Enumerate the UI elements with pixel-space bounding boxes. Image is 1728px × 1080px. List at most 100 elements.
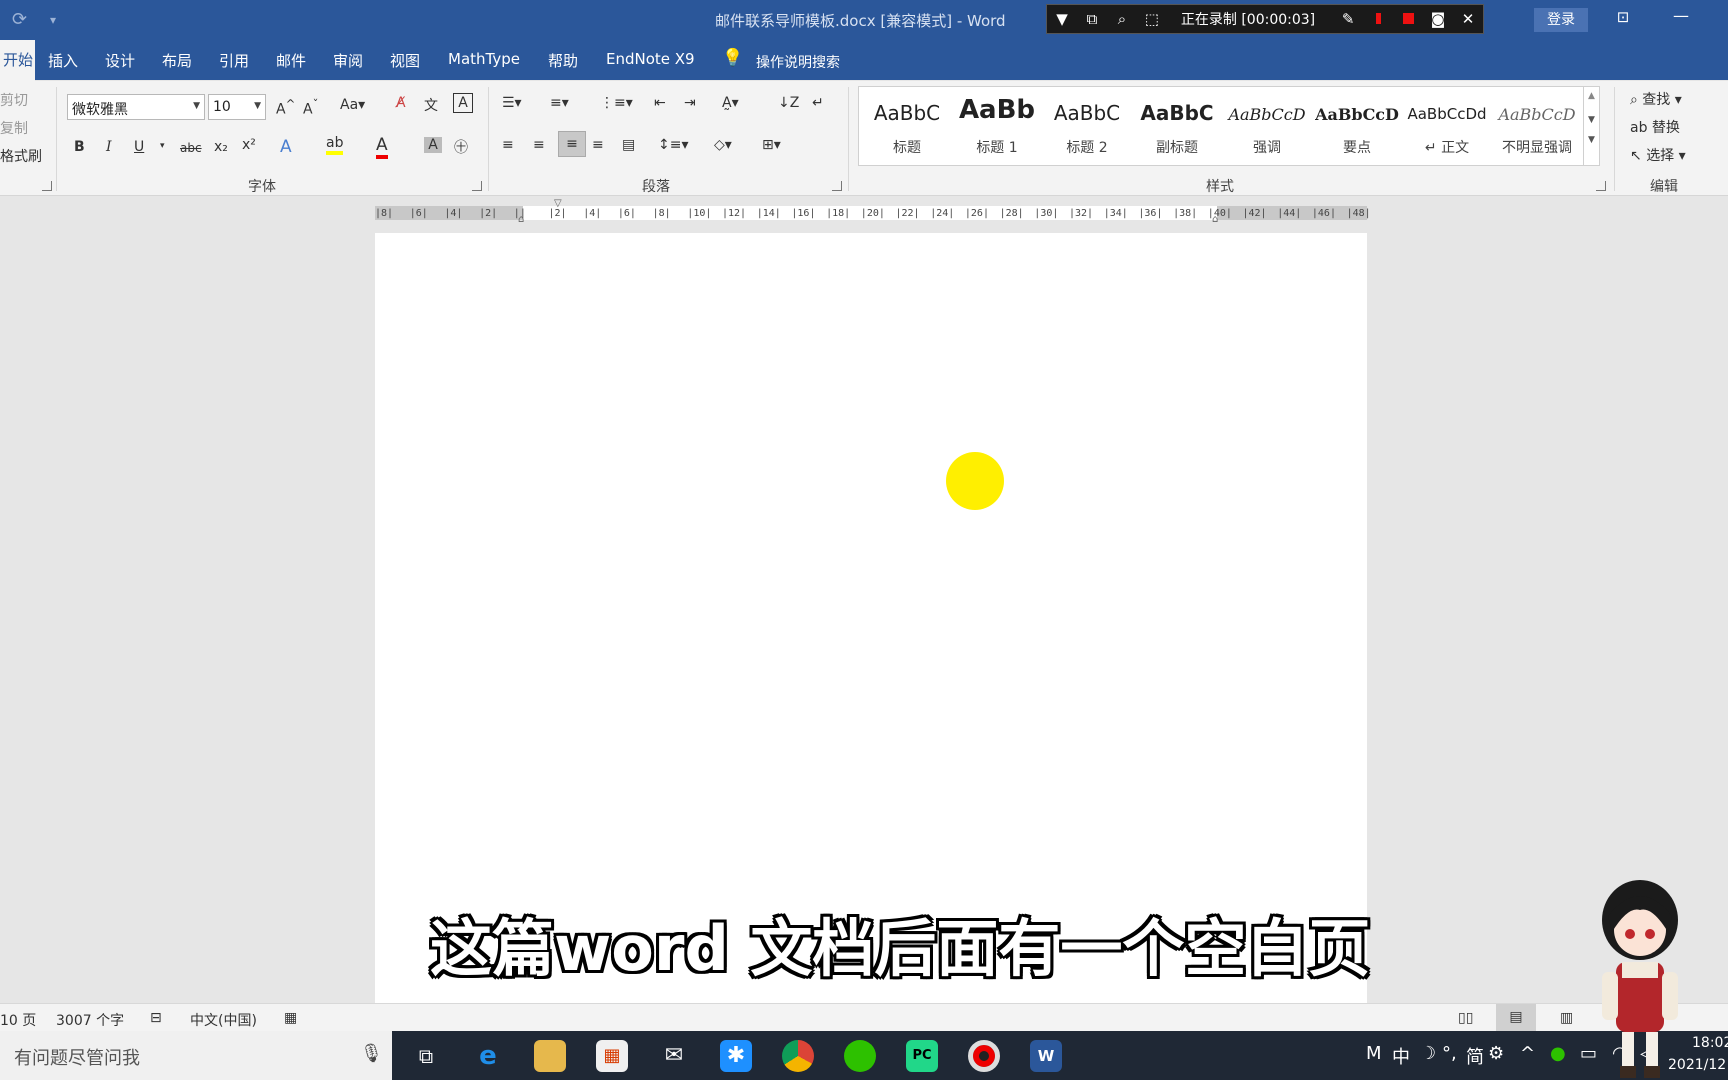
- find-button[interactable]: ⌕ 查找 ▾: [1630, 89, 1682, 109]
- style-item-title[interactable]: AaBbC 标题: [863, 87, 951, 165]
- tab-view[interactable]: 视图: [390, 50, 420, 71]
- tab-insert[interactable]: 插入: [48, 50, 78, 71]
- tab-endnote[interactable]: EndNote X9: [606, 50, 695, 68]
- clipboard-launcher-icon[interactable]: [42, 181, 52, 191]
- numbering-icon[interactable]: ≡▾: [550, 95, 569, 111]
- recorder-region-icon[interactable]: ⬚: [1137, 10, 1167, 28]
- bullets-icon[interactable]: ☰▾: [502, 95, 522, 111]
- recorder-zoom-icon[interactable]: ⌕: [1107, 10, 1137, 28]
- distributed-icon[interactable]: ▤: [622, 137, 635, 153]
- tab-home[interactable]: 开始: [0, 40, 35, 81]
- ime-language[interactable]: 中: [1392, 1043, 1410, 1069]
- tab-help[interactable]: 帮助: [548, 50, 578, 71]
- tray-expand-icon[interactable]: ^: [1520, 1043, 1535, 1064]
- style-item-emphasis[interactable]: AaBbCcD 强调: [1223, 87, 1311, 165]
- justify-icon[interactable]: ≡: [592, 137, 604, 153]
- font-size-select[interactable]: 10 ▼: [208, 94, 266, 120]
- login-button[interactable]: 登录: [1534, 8, 1588, 32]
- borders-icon[interactable]: ⊞▾: [762, 137, 781, 153]
- multilevel-list-icon[interactable]: ⋮≡▾: [600, 95, 633, 111]
- align-center-icon[interactable]: ≡: [533, 137, 545, 153]
- customize-quick-access-icon[interactable]: ▾: [50, 13, 56, 27]
- character-shading-icon[interactable]: A: [424, 137, 442, 153]
- macro-record-icon[interactable]: ▦: [284, 1010, 297, 1026]
- web-layout-icon[interactable]: ▥: [1560, 1010, 1573, 1026]
- microphone-icon[interactable]: 🎙: [360, 1043, 383, 1064]
- increase-indent-icon[interactable]: ⇥: [684, 95, 696, 111]
- cut-button[interactable]: 剪切: [0, 90, 28, 110]
- moon-icon[interactable]: ☽: [1420, 1043, 1436, 1064]
- show-marks-icon[interactable]: ↵: [812, 95, 824, 111]
- chevron-down-icon[interactable]: ▼: [1584, 115, 1599, 125]
- style-item-subtitle[interactable]: AaBbC 副标题: [1133, 87, 1221, 165]
- underline-icon[interactable]: U: [134, 139, 144, 155]
- text-effects-icon[interactable]: A: [280, 137, 292, 157]
- recorder-menu-icon[interactable]: ▼: [1047, 10, 1077, 28]
- ribbon-display-options-icon[interactable]: ⊡: [1612, 8, 1634, 30]
- mail-icon[interactable]: ✉: [658, 1040, 690, 1072]
- recorder-close-icon[interactable]: ✕: [1453, 10, 1483, 28]
- clock-time[interactable]: 18:02: [1692, 1035, 1728, 1051]
- shading-icon[interactable]: ◇▾: [714, 137, 732, 153]
- tab-references[interactable]: 引用: [219, 50, 249, 71]
- copy-button[interactable]: 复制: [0, 118, 28, 138]
- font-color-icon[interactable]: A: [376, 135, 388, 159]
- first-line-indent-icon[interactable]: ▽: [554, 198, 562, 209]
- strikethrough-icon[interactable]: abc: [180, 141, 202, 155]
- paragraph-launcher-icon[interactable]: [832, 181, 842, 191]
- decrease-indent-icon[interactable]: ⇤: [654, 95, 666, 111]
- print-layout-icon[interactable]: ▤: [1496, 1004, 1536, 1031]
- enclose-characters-icon[interactable]: ㊉: [454, 137, 468, 157]
- chrome-icon[interactable]: [782, 1040, 814, 1072]
- bold-icon[interactable]: B: [74, 139, 85, 155]
- word-count[interactable]: 3007 个字: [56, 1010, 124, 1030]
- left-indent-icon[interactable]: ⌂: [518, 214, 524, 225]
- line-spacing-icon[interactable]: ↕≡▾: [658, 137, 689, 153]
- right-indent-icon[interactable]: ⌂: [1212, 214, 1218, 225]
- chevron-up-icon[interactable]: ▲: [1584, 91, 1599, 101]
- format-painter-button[interactable]: 格式刷: [0, 146, 42, 166]
- file-explorer-icon[interactable]: [534, 1040, 566, 1072]
- tab-layout[interactable]: 布局: [162, 50, 192, 71]
- superscript-icon[interactable]: x²: [242, 137, 256, 153]
- phonetic-guide-icon[interactable]: 文: [424, 95, 438, 115]
- recorder-pause-icon[interactable]: [1363, 10, 1393, 28]
- ime-mode-icon[interactable]: M: [1366, 1043, 1382, 1064]
- ime-settings-icon[interactable]: ⚙: [1488, 1043, 1504, 1064]
- highlight-color-icon[interactable]: ab: [326, 135, 344, 155]
- style-item-normal[interactable]: AaBbCcDd ↵ 正文: [1403, 87, 1491, 165]
- word-app-icon[interactable]: W: [1030, 1040, 1062, 1072]
- replace-button[interactable]: ab 替换: [1630, 117, 1680, 137]
- chinese-layout-icon[interactable]: A̰▾: [722, 95, 739, 111]
- page-count[interactable]: 10 页: [0, 1010, 36, 1030]
- shrink-font-icon[interactable]: Aˇ: [303, 97, 318, 118]
- ime-script[interactable]: 简: [1466, 1043, 1484, 1069]
- sort-icon[interactable]: ↓Z: [778, 95, 799, 111]
- read-mode-icon[interactable]: ▯▯: [1458, 1010, 1473, 1026]
- character-border-icon[interactable]: A: [453, 93, 473, 113]
- document-page[interactable]: [375, 233, 1367, 1003]
- chevron-down-icon[interactable]: ▾: [160, 141, 165, 151]
- style-item-strong[interactable]: AaBbCcD 要点: [1313, 87, 1401, 165]
- wechat-tray-icon[interactable]: ●: [1550, 1043, 1566, 1064]
- styles-scroll[interactable]: ▲ ▼ ▼: [1584, 86, 1600, 166]
- tell-me-search[interactable]: 操作说明搜索: [756, 52, 840, 72]
- lightbulb-icon[interactable]: 💡: [722, 48, 743, 68]
- align-left-icon[interactable]: ≡: [502, 137, 514, 153]
- recorder-stop-icon[interactable]: [1393, 10, 1423, 28]
- subscript-icon[interactable]: x₂: [214, 139, 228, 155]
- screen-recorder-icon[interactable]: [968, 1040, 1000, 1072]
- style-item-heading2[interactable]: AaBbC 标题 2: [1043, 87, 1131, 165]
- recorder-pen-icon[interactable]: ✎: [1333, 10, 1363, 28]
- pycharm-icon[interactable]: PC: [906, 1040, 938, 1072]
- font-name-select[interactable]: 微软雅黑 ▼: [67, 94, 205, 120]
- clear-formatting-icon[interactable]: A̸: [396, 95, 406, 111]
- sketch-app-icon[interactable]: ✱: [720, 1040, 752, 1072]
- wechat-icon[interactable]: [844, 1040, 876, 1072]
- autosave-icon[interactable]: ⟳: [12, 9, 27, 30]
- style-item-subtle-emphasis[interactable]: AaBbCcD 不明显强调: [1493, 87, 1581, 165]
- change-case-icon[interactable]: Aa▾: [340, 97, 365, 113]
- store-icon[interactable]: ▦: [596, 1040, 628, 1072]
- taskbar-search[interactable]: 有问题尽管问我 🎙: [0, 1031, 392, 1080]
- tab-mathtype[interactable]: MathType: [448, 50, 520, 68]
